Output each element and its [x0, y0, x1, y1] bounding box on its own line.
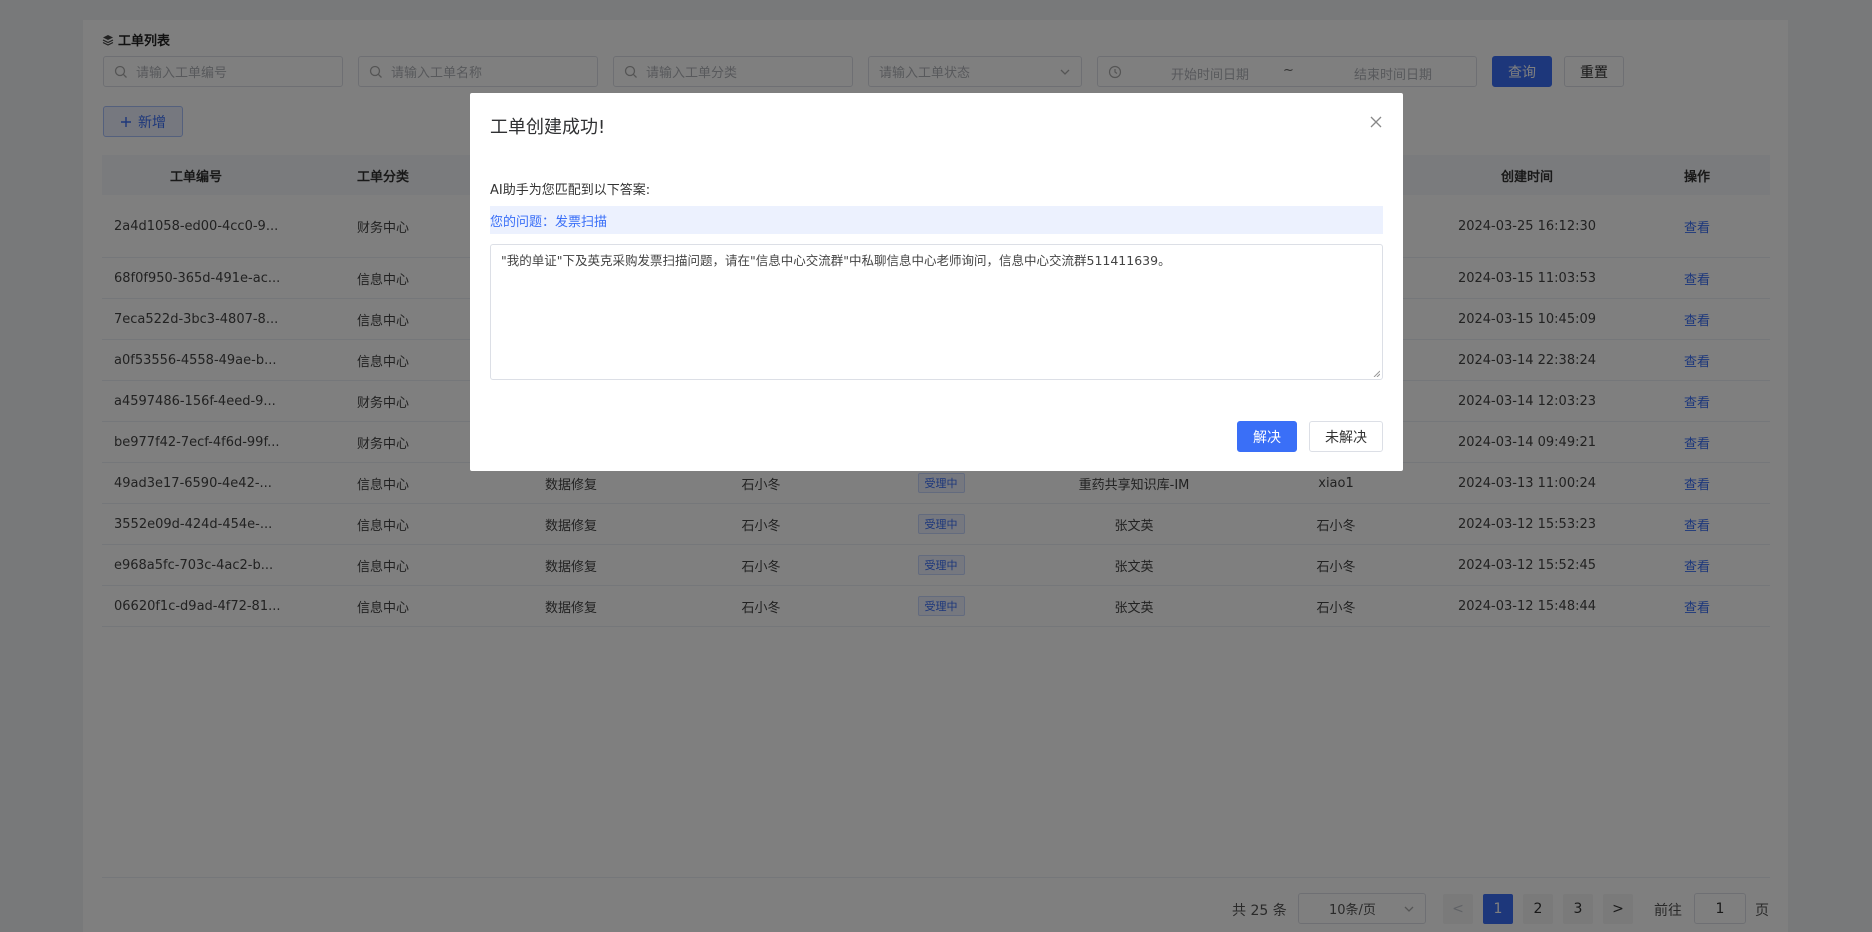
resize-handle-icon[interactable]	[1372, 369, 1380, 377]
dialog-title: 工单创建成功!	[490, 117, 606, 138]
answer-text: "我的单证"下及英克采购发票扫描问题，请在"信息中心交流群"中私聊信息中心老师询…	[501, 253, 1171, 268]
success-dialog: 工单创建成功! AI助手为您匹配到以下答案: 您的问题：发票扫描 "我的单证"下…	[470, 93, 1403, 471]
unresolved-button[interactable]: 未解决	[1309, 421, 1383, 452]
dialog-question: 您的问题：发票扫描	[490, 206, 1383, 234]
dialog-subtitle: AI助手为您匹配到以下答案:	[490, 183, 651, 198]
answer-textarea[interactable]: "我的单证"下及英克采购发票扫描问题，请在"信息中心交流群"中私聊信息中心老师询…	[490, 244, 1383, 380]
resolved-button[interactable]: 解决	[1237, 421, 1297, 452]
close-icon[interactable]	[1369, 115, 1383, 129]
